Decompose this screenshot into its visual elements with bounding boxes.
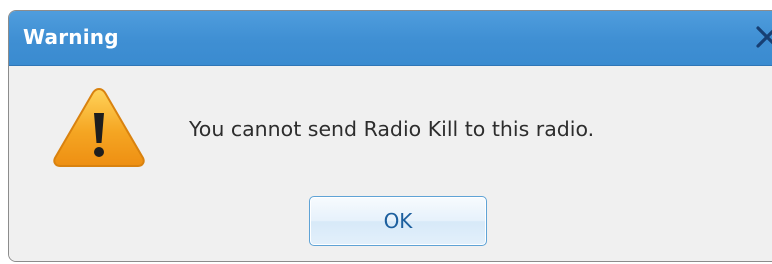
ok-button[interactable]: OK — [309, 196, 487, 246]
warning-icon — [53, 87, 145, 167]
close-button[interactable] — [747, 19, 772, 55]
dialog-titlebar[interactable]: Warning — [9, 11, 772, 66]
warning-message: You cannot send Radio Kill to this radio… — [189, 117, 595, 141]
dialog-body: You cannot send Radio Kill to this radio… — [9, 66, 772, 261]
warning-dialog: Warning You cannot send Radio Kill to th… — [8, 10, 772, 262]
dialog-title: Warning — [23, 25, 119, 49]
close-icon — [756, 26, 772, 48]
